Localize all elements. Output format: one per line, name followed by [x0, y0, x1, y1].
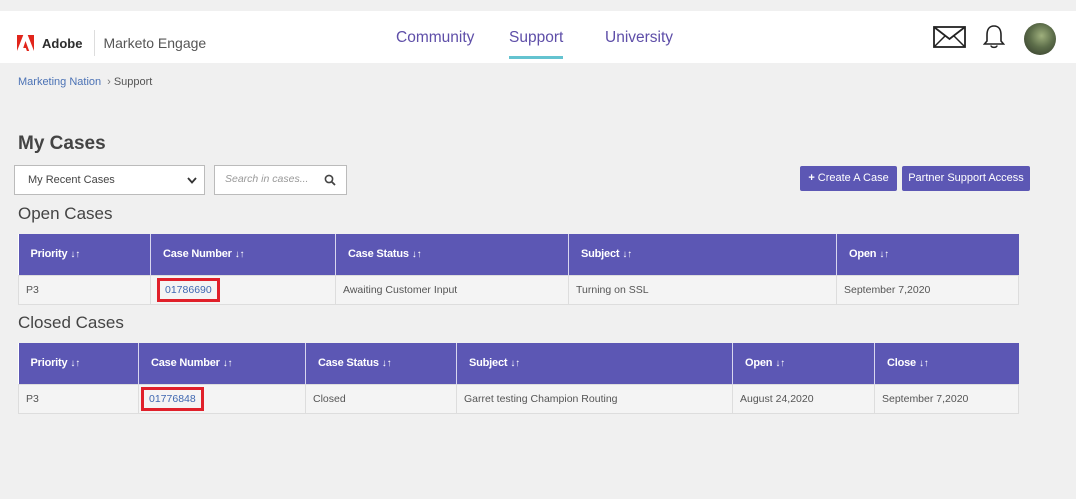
sort-icon: ↓↑ [234, 249, 245, 261]
column-header-case-status[interactable]: Case Status ↓↑ [305, 343, 457, 384]
search-icon[interactable] [324, 174, 336, 186]
avatar[interactable] [1024, 23, 1056, 55]
cell-status: Closed [305, 383, 457, 414]
cell-case-number: 01786690 [150, 274, 336, 305]
sort-icon: ↓↑ [411, 249, 422, 261]
nav-community[interactable]: Community [396, 29, 474, 47]
sort-icon: ↓↑ [510, 358, 520, 370]
breadcrumb-separator-icon: › [107, 76, 111, 88]
sort-icon: ↓↑ [222, 358, 233, 370]
breadcrumb-marketing-nation[interactable]: Marketing Nation [18, 76, 101, 88]
breadcrumb-current: Support [113, 76, 153, 88]
case-search [214, 165, 347, 195]
sort-icon: ↓↑ [622, 249, 632, 261]
plus-icon: + [808, 172, 815, 184]
cell-open-date: September 7,2020 [836, 274, 1019, 305]
sort-icon: ↓↑ [381, 358, 392, 370]
column-header-case-status[interactable]: Case Status ↓↑ [335, 234, 569, 275]
cell-priority: P3 [18, 274, 151, 305]
sort-icon: ↓↑ [775, 358, 785, 370]
bell-icon[interactable] [982, 24, 1006, 55]
sort-icon: ↓↑ [918, 358, 929, 370]
column-header-open[interactable]: Open ↓↑ [732, 343, 875, 384]
sort-icon: ↓↑ [879, 249, 889, 261]
column-header-subject[interactable]: Subject ↓↑ [568, 234, 837, 275]
closed-cases-table: Priority ↓↑ Case Number ↓↑ Case Status ↓↑ S… [18, 343, 1019, 414]
table-header-row: Priority ↓↑ Case Number ↓↑ Case Status ↓↑ S… [18, 234, 1019, 275]
site-header: Adobe Marketo Engage Community Support U… [0, 11, 1076, 63]
column-header-subject[interactable]: Subject ↓↑ [456, 343, 733, 384]
column-header-close[interactable]: Close ↓↑ [874, 343, 1019, 384]
page-title: My Cases [18, 133, 106, 154]
case-number-link[interactable]: 01776848 [141, 386, 204, 411]
cell-subject: Garret testing Champion Routing [456, 383, 733, 414]
cell-open-date: August 24,2020 [732, 383, 875, 414]
header-icons [933, 23, 1056, 55]
top-strip [0, 0, 1076, 11]
closed-cases-title: Closed Cases [18, 313, 124, 332]
column-header-priority[interactable]: Priority ↓↑ [18, 234, 151, 275]
partner-support-access-button[interactable]: Partner Support Access [902, 166, 1030, 191]
search-input[interactable] [215, 166, 320, 192]
create-case-button[interactable]: + Create A Case [800, 166, 897, 191]
table-row: P3 01786690 Awaiting Customer Input Turn… [18, 274, 1019, 305]
cell-priority: P3 [18, 383, 139, 414]
nav-support[interactable]: Support [509, 29, 564, 59]
column-header-case-number[interactable]: Case Number ↓↑ [138, 343, 306, 384]
sort-icon: ↓↑ [70, 249, 81, 261]
cell-case-number: 01776848 [138, 383, 306, 414]
open-cases-title: Open Cases [18, 204, 113, 223]
breadcrumb: Marketing Nation › Support [18, 76, 152, 88]
sort-icon: ↓↑ [70, 358, 81, 370]
column-header-priority[interactable]: Priority ↓↑ [18, 343, 139, 384]
chevron-down-icon [187, 177, 197, 184]
case-number-link[interactable]: 01786690 [157, 277, 220, 302]
cell-status: Awaiting Customer Input [335, 274, 569, 305]
cell-subject: Turning on SSL [568, 274, 837, 305]
case-filter-select[interactable]: My Recent Cases [14, 165, 205, 195]
column-header-case-number[interactable]: Case Number ↓↑ [150, 234, 336, 275]
cell-close-date: September 7,2020 [874, 383, 1019, 414]
table-header-row: Priority ↓↑ Case Number ↓↑ Case Status ↓↑ S… [18, 343, 1019, 384]
column-header-open[interactable]: Open ↓↑ [836, 234, 1019, 275]
main-nav: Community Support University [0, 29, 1076, 63]
table-row: P3 01776848 Closed Garret testing Champi… [18, 383, 1019, 414]
open-cases-table: Priority ↓↑ Case Number ↓↑ Case Status ↓↑ S… [18, 234, 1019, 305]
nav-university[interactable]: University [605, 29, 673, 47]
case-filter-value: My Recent Cases [28, 174, 115, 186]
mail-icon[interactable] [933, 25, 966, 53]
